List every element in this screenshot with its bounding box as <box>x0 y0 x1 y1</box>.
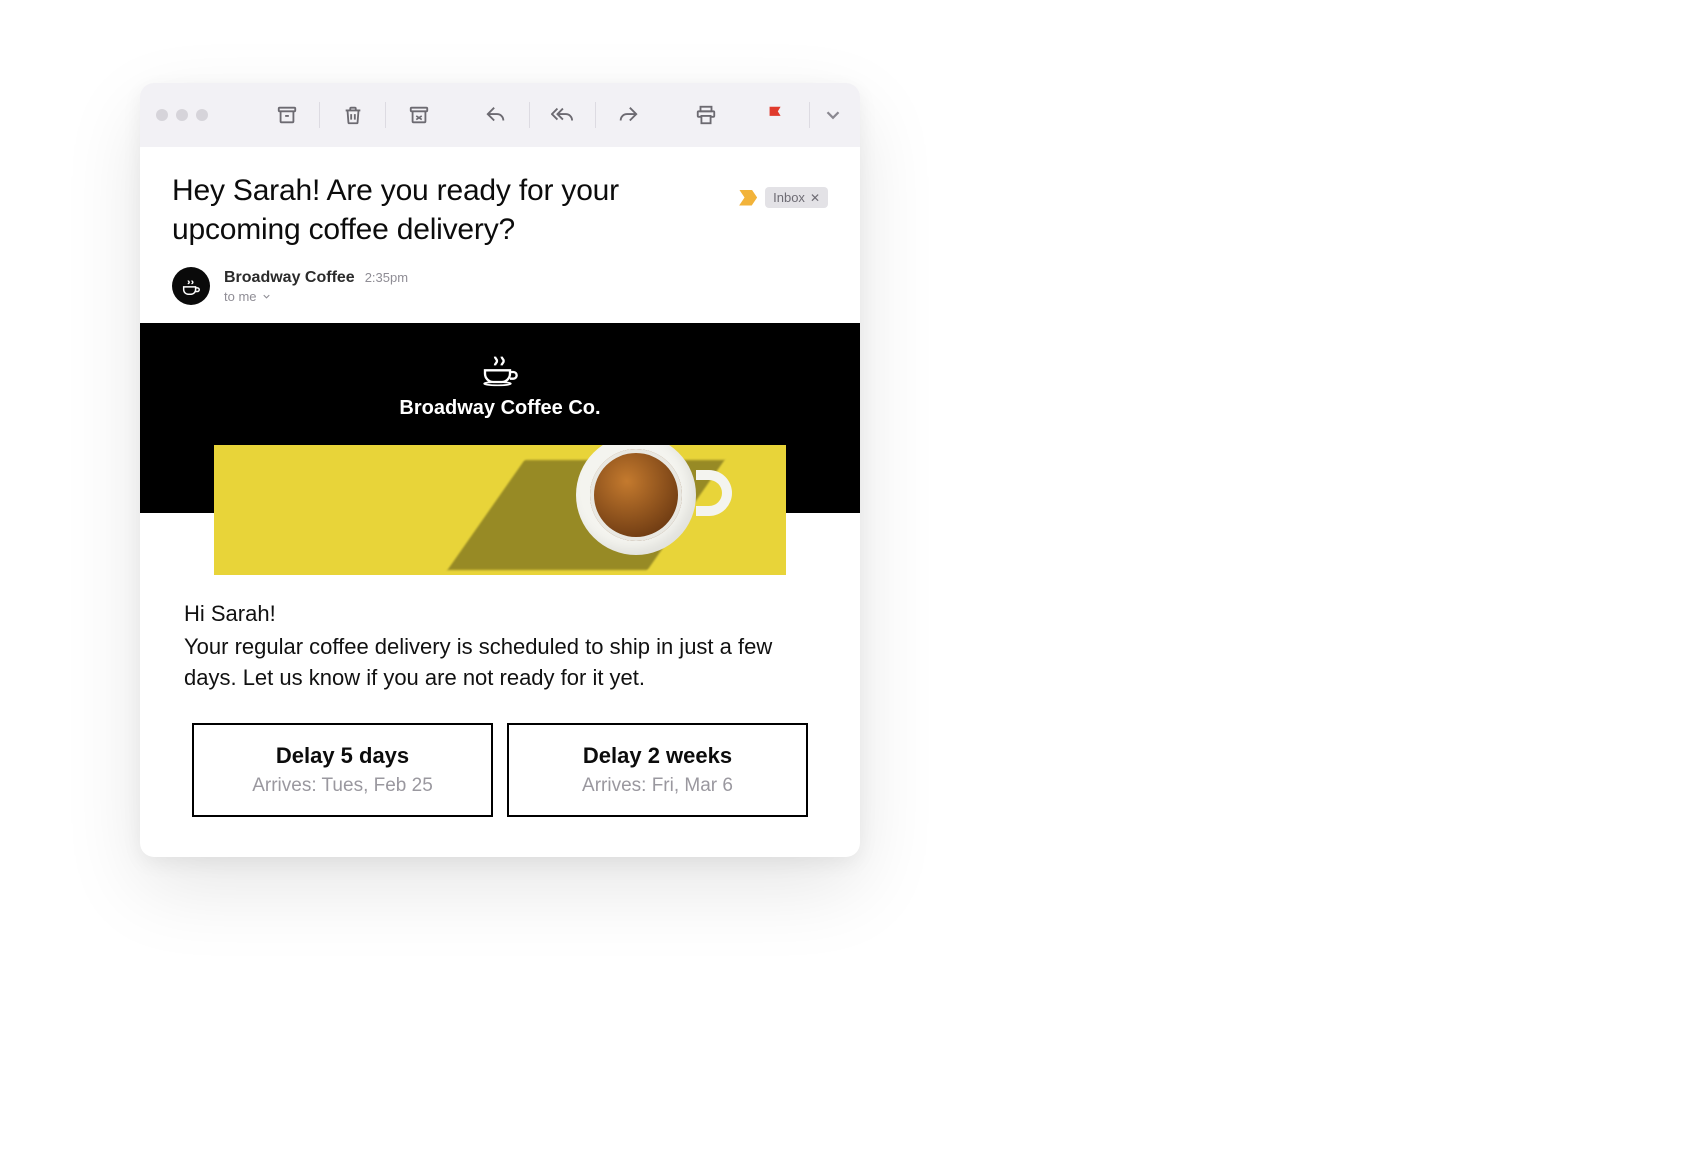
window-minimize-dot[interactable] <box>176 109 188 121</box>
toolbar-divider <box>385 102 386 128</box>
sender-name: Broadway Coffee <box>224 269 355 287</box>
close-icon: ✕ <box>810 191 820 205</box>
trash-icon <box>342 104 364 126</box>
body-text: Your regular coffee delivery is schedule… <box>184 632 816 694</box>
print-icon <box>695 104 717 126</box>
sent-time: 2:35pm <box>365 270 408 285</box>
email-window: Hey Sarah! Are you ready for your upcomi… <box>140 83 860 857</box>
flag-menu-button[interactable] <box>822 95 844 135</box>
spam-icon <box>408 104 430 126</box>
spam-button[interactable] <box>398 95 439 135</box>
delay-options: Delay 5 days Arrives: Tues, Feb 25 Delay… <box>140 713 860 857</box>
delete-button[interactable] <box>332 95 373 135</box>
sender-meta: Broadway Coffee 2:35pm to me <box>224 269 408 304</box>
email-toolbar <box>140 83 860 147</box>
forward-icon <box>617 104 639 126</box>
flag-button[interactable] <box>756 95 797 135</box>
greeting-text: Hi Sarah! <box>184 599 816 630</box>
archive-icon <box>276 104 298 126</box>
subject-line: Hey Sarah! Are you ready for your upcomi… <box>172 171 672 249</box>
coffee-cup-icon <box>180 275 202 297</box>
chevron-down-icon <box>822 104 844 126</box>
archive-button[interactable] <box>266 95 307 135</box>
toolbar-divider <box>319 102 320 128</box>
recipients-toggle[interactable]: to me <box>224 289 408 304</box>
window-controls <box>156 109 208 121</box>
message-header: Hey Sarah! Are you ready for your upcomi… <box>140 147 860 323</box>
brand-name: Broadway Coffee Co. <box>399 397 600 420</box>
toolbar-divider <box>595 102 596 128</box>
reply-all-button[interactable] <box>542 95 583 135</box>
toolbar-divider <box>809 102 810 128</box>
chevron-down-icon <box>261 291 272 302</box>
message-tags: Inbox ✕ <box>739 187 828 208</box>
print-button[interactable] <box>685 95 726 135</box>
inbox-label[interactable]: Inbox ✕ <box>765 187 828 208</box>
reply-icon <box>485 104 507 126</box>
reply-all-icon <box>551 104 573 126</box>
delay-2-weeks-button[interactable]: Delay 2 weeks Arrives: Fri, Mar 6 <box>507 723 808 817</box>
forward-button[interactable] <box>608 95 649 135</box>
window-zoom-dot[interactable] <box>196 109 208 121</box>
brand-logo-icon <box>480 347 520 387</box>
toolbar-divider <box>529 102 530 128</box>
delay-option-title: Delay 2 weeks <box>519 743 796 769</box>
importance-tag-icon <box>739 190 757 206</box>
hero-image <box>214 445 786 575</box>
flag-icon <box>765 104 787 126</box>
delay-option-title: Delay 5 days <box>204 743 481 769</box>
delay-option-subtitle: Arrives: Fri, Mar 6 <box>519 775 796 797</box>
to-line-text: to me <box>224 289 257 304</box>
sender-row: Broadway Coffee 2:35pm to me <box>172 267 828 305</box>
window-close-dot[interactable] <box>156 109 168 121</box>
delay-option-subtitle: Arrives: Tues, Feb 25 <box>204 775 481 797</box>
reply-button[interactable] <box>476 95 517 135</box>
brand-banner: Broadway Coffee Co. <box>140 323 860 513</box>
sender-avatar <box>172 267 210 305</box>
delay-5-days-button[interactable]: Delay 5 days Arrives: Tues, Feb 25 <box>192 723 493 817</box>
inbox-label-text: Inbox <box>773 190 805 205</box>
coffee-cup-illustration <box>566 445 716 575</box>
